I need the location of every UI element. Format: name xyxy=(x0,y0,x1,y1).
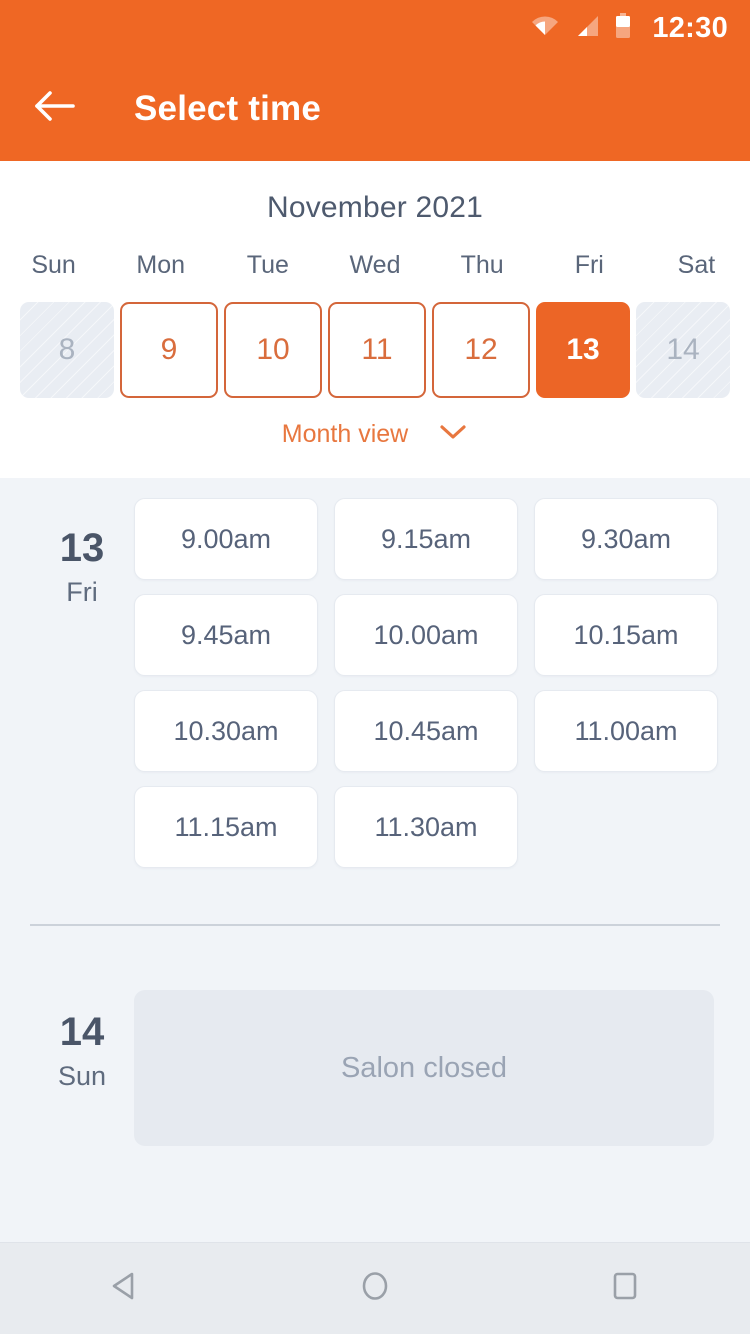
app-screen: 12:30 Select time November 2021 Sun Mon … xyxy=(0,0,750,1334)
schedule-day-label-14: 14 Sun xyxy=(32,960,132,1146)
time-slot-grid: 9.00am 9.15am 9.30am 9.45am 10.00am 10.1… xyxy=(132,478,750,868)
signal-icon xyxy=(574,14,600,43)
calendar-day-headers: Sun Mon Tue Wed Thu Fri Sat xyxy=(0,251,750,280)
calendar-day-10[interactable]: 10 xyxy=(224,302,322,398)
day-header-sun: Sun xyxy=(31,251,76,279)
android-home-button[interactable] xyxy=(335,1249,415,1329)
page-title: Select time xyxy=(134,88,322,128)
day-header-thu: Thu xyxy=(460,251,504,279)
chevron-down-icon xyxy=(438,423,468,446)
calendar-days-row: 8 9 10 11 12 13 14 xyxy=(0,302,750,398)
status-bar: 12:30 xyxy=(0,0,750,56)
schedule-day-label-13: 13 Fri xyxy=(32,478,132,868)
calendar-week-view: November 2021 Sun Mon Tue Wed Thu Fri Sa… xyxy=(0,161,750,478)
time-slot[interactable]: 9.30am xyxy=(534,498,718,580)
calendar-day-8: 8 xyxy=(20,302,114,398)
calendar-day-14: 14 xyxy=(636,302,730,398)
schedule-day-13: 13 Fri 9.00am 9.15am 9.30am 9.45am 10.00… xyxy=(0,478,750,868)
time-slot[interactable]: 11.15am xyxy=(134,786,318,868)
status-bar-clock: 12:30 xyxy=(652,11,728,44)
time-slot[interactable]: 10.45am xyxy=(334,690,518,772)
time-slot[interactable]: 9.45am xyxy=(134,594,318,676)
android-home-icon xyxy=(357,1268,393,1309)
time-slot[interactable]: 9.15am xyxy=(334,498,518,580)
android-back-button[interactable] xyxy=(85,1249,165,1329)
time-slot[interactable]: 11.30am xyxy=(334,786,518,868)
schedule-list: 13 Fri 9.00am 9.15am 9.30am 9.45am 10.00… xyxy=(0,478,750,1242)
schedule-day-14: 14 Sun Salon closed xyxy=(0,960,750,1146)
time-slot[interactable]: 10.30am xyxy=(134,690,318,772)
time-slot[interactable]: 9.00am xyxy=(134,498,318,580)
android-nav-bar xyxy=(0,1242,750,1334)
back-arrow-icon xyxy=(34,89,76,128)
salon-closed-card: Salon closed xyxy=(134,990,714,1146)
wifi-icon xyxy=(531,14,559,43)
schedule-day-number: 13 xyxy=(59,526,105,570)
day-header-mon: Mon xyxy=(136,251,186,279)
calendar-day-11[interactable]: 11 xyxy=(328,302,426,398)
time-slot[interactable]: 10.00am xyxy=(334,594,518,676)
android-recents-icon xyxy=(607,1268,643,1309)
calendar-day-9[interactable]: 9 xyxy=(120,302,218,398)
section-divider xyxy=(30,924,720,926)
calendar-day-13[interactable]: 13 xyxy=(536,302,630,398)
time-slot[interactable]: 11.00am xyxy=(534,690,718,772)
schedule-day-weekday: Sun xyxy=(57,1061,107,1091)
day-header-fri: Fri xyxy=(574,251,604,279)
schedule-day-weekday: Fri xyxy=(66,577,98,607)
schedule-day-number: 14 xyxy=(59,1010,105,1054)
calendar-month-title: November 2021 xyxy=(266,191,484,224)
android-recents-button[interactable] xyxy=(585,1249,665,1329)
month-view-toggle[interactable]: Month view xyxy=(0,420,750,449)
back-button[interactable] xyxy=(33,87,77,131)
battery-icon xyxy=(615,12,631,44)
time-slot[interactable]: 10.15am xyxy=(534,594,718,676)
month-view-label: Month view xyxy=(281,420,409,448)
day-header-tue: Tue xyxy=(246,251,289,279)
app-bar: Select time xyxy=(0,56,750,161)
day-header-wed: Wed xyxy=(349,251,401,279)
day-header-sat: Sat xyxy=(677,251,716,279)
calendar-day-12[interactable]: 12 xyxy=(432,302,530,398)
android-back-icon xyxy=(107,1268,143,1309)
